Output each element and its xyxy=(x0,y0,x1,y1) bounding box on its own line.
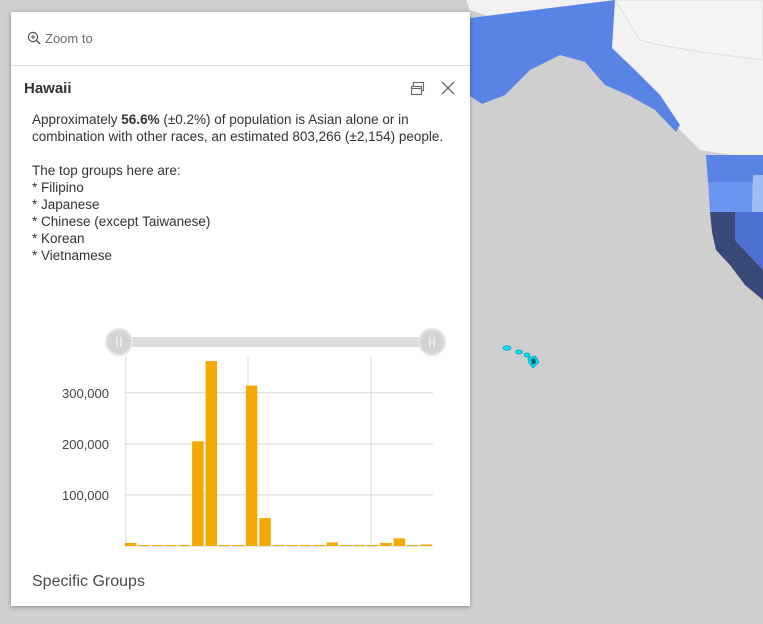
chart-bar xyxy=(353,545,365,546)
chart-bar xyxy=(407,545,419,546)
chart-bar xyxy=(272,544,285,546)
y-tick-label: 100,000 xyxy=(62,488,109,503)
state-oregon xyxy=(708,182,753,212)
chart-bar xyxy=(366,544,379,546)
chart-bar xyxy=(313,545,325,546)
chart-bar xyxy=(326,542,338,546)
chart-bar xyxy=(232,545,244,546)
chart-bar xyxy=(192,441,204,546)
chart-bar xyxy=(219,545,231,546)
chart-caption: Specific Groups xyxy=(32,573,145,590)
chart-bar xyxy=(138,545,150,546)
chart-bar xyxy=(420,544,432,546)
chart-bar xyxy=(299,545,312,546)
chart-bar xyxy=(205,361,218,546)
chart-bar xyxy=(393,538,406,546)
chart-bar xyxy=(259,517,271,546)
chart-bar xyxy=(339,545,352,546)
chart-bar xyxy=(178,545,191,546)
chart-bar xyxy=(245,385,258,546)
range-slider-handle-min[interactable] xyxy=(105,328,133,356)
chart-bar xyxy=(380,542,392,546)
chart-bar xyxy=(165,545,177,546)
chart-bar xyxy=(125,542,137,546)
bar-chart: 100,000 200,000 300,000 xyxy=(62,328,446,547)
chart-bar xyxy=(151,545,164,546)
y-tick-label: 300,000 xyxy=(62,386,109,401)
feature-popup: Zoom to Hawaii Approximately 56.6% (±0.2… xyxy=(11,12,470,606)
range-slider-handle-max[interactable] xyxy=(418,328,446,356)
y-tick-label: 200,000 xyxy=(62,437,109,452)
range-slider-track[interactable] xyxy=(119,337,433,347)
chart-bar xyxy=(286,545,298,546)
state-idaho xyxy=(752,175,763,212)
